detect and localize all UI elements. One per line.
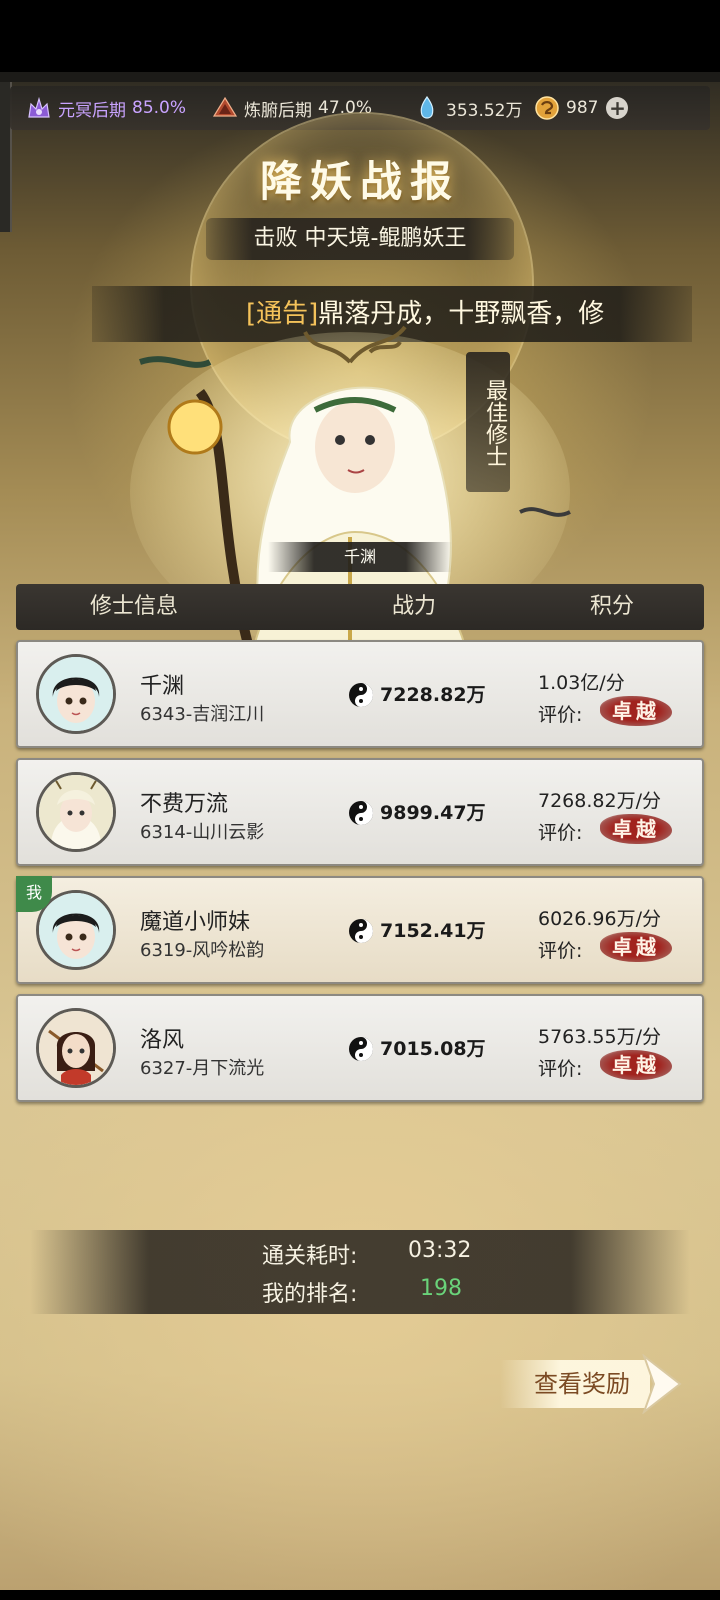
avatar[interactable] xyxy=(36,1008,116,1088)
row-name: 魔道小师妹 xyxy=(140,910,251,935)
add-currency-button[interactable]: + xyxy=(606,97,629,119)
resource-jade-coin-value: 987 xyxy=(566,98,599,118)
resource-realm-label: 元冥后期 xyxy=(58,100,126,121)
avatar-portrait-icon xyxy=(39,775,113,849)
result-summary: 通关耗时: 03:32 我的排名: 198 xyxy=(30,1230,690,1314)
spirit-stone-icon xyxy=(420,95,434,119)
best-cultivator-tag: 最佳修士 xyxy=(466,352,510,492)
body-refine-icon xyxy=(212,96,238,117)
header-score: 积分 xyxy=(590,594,635,619)
header-power: 战力 xyxy=(392,594,437,619)
table-row[interactable]: 不费万流 6314-山川云影 9899.47万 7268.82万/分 评价: 卓… xyxy=(16,758,704,866)
clear-time-value: 03:32 xyxy=(408,1238,472,1263)
rating-seal: 卓越 xyxy=(600,696,672,726)
table-row[interactable]: 千渊 6343-吉润江川 7228.82万 1.03亿/分 评价: 卓越 xyxy=(16,640,704,748)
row-eval-label: 评价: xyxy=(538,822,583,844)
chevron-right-icon xyxy=(642,1354,682,1414)
row-eval-label: 评价: xyxy=(538,1058,583,1080)
avatar-portrait-icon xyxy=(39,657,113,731)
resource-realm[interactable]: 元冥后期 85.0% xyxy=(26,86,186,130)
row-eval-label: 评价: xyxy=(538,704,583,726)
yin-yang-icon xyxy=(349,801,373,825)
row-score: 6026.96万/分 xyxy=(538,908,661,930)
yin-yang-icon xyxy=(349,683,373,707)
row-server: 6327-月下流光 xyxy=(140,1058,265,1079)
row-server: 6319-风吟松韵 xyxy=(140,940,265,961)
avatar[interactable] xyxy=(36,772,116,852)
battle-report-screen: 元冥后期 85.0% 炼腑后期 47.0% 353.52万 987 + 降妖战报… xyxy=(0,72,720,1590)
row-power: 9899.47万 xyxy=(380,802,486,824)
row-server: 6314-山川云影 xyxy=(140,822,265,843)
row-name: 不费万流 xyxy=(140,792,229,817)
avatar-portrait-icon xyxy=(39,1011,113,1085)
view-rewards-button[interactable]: 查看奖励 xyxy=(500,1354,690,1414)
defeat-banner: 击败 中天境-鲲鹏妖王 xyxy=(206,218,514,260)
row-eval-label: 评价: xyxy=(538,940,583,962)
row-score: 1.03亿/分 xyxy=(538,672,625,694)
avatar[interactable] xyxy=(36,654,116,734)
row-server: 6343-吉润江川 xyxy=(140,704,265,725)
resource-spirit-stone[interactable]: 353.52万 xyxy=(414,86,522,130)
rating-seal: 卓越 xyxy=(600,932,672,962)
table-row[interactable]: 洛风 6327-月下流光 7015.08万 5763.55万/分 评价: 卓越 xyxy=(16,994,704,1102)
resource-body-label: 炼腑后期 xyxy=(244,100,312,121)
page-title: 降妖战报 xyxy=(259,157,460,206)
resource-spirit-stone-value: 353.52万 xyxy=(446,100,523,121)
best-cultivator-label: 最佳修士 xyxy=(482,379,507,467)
resource-realm-value: 85.0% xyxy=(132,98,187,118)
header-cultivator-info: 修士信息 xyxy=(90,594,179,619)
row-score: 5763.55万/分 xyxy=(538,1026,661,1048)
jade-coin-icon xyxy=(535,96,559,120)
rating-seal: 卓越 xyxy=(600,1050,672,1080)
my-rank-value: 198 xyxy=(420,1276,462,1301)
table-row-me[interactable]: 我 魔道小师妹 6319-风吟松韵 7152.41万 6026.96万/分 评价… xyxy=(16,876,704,984)
clear-time-label: 通关耗时: xyxy=(262,1244,358,1269)
resource-jade-coin[interactable]: 987 + xyxy=(534,86,629,130)
top-frame xyxy=(0,72,720,82)
row-power: 7228.82万 xyxy=(380,684,486,706)
avatar-portrait-icon xyxy=(39,893,113,967)
best-cultivator-name: 千渊 xyxy=(268,542,452,572)
row-score: 7268.82万/分 xyxy=(538,790,661,812)
row-name: 千渊 xyxy=(140,674,185,699)
row-power: 7015.08万 xyxy=(380,1038,486,1060)
rating-seal: 卓越 xyxy=(600,814,672,844)
row-name: 洛风 xyxy=(140,1028,185,1053)
view-rewards-label: 查看奖励 xyxy=(534,1370,630,1398)
table-header: 修士信息 战力 积分 xyxy=(16,584,704,630)
realm-crown-icon xyxy=(28,96,50,118)
row-power: 7152.41万 xyxy=(380,920,486,942)
bottom-bar xyxy=(0,1590,720,1600)
yin-yang-icon xyxy=(349,1037,373,1061)
yin-yang-icon xyxy=(349,919,373,943)
my-rank-label: 我的排名: xyxy=(262,1282,358,1307)
